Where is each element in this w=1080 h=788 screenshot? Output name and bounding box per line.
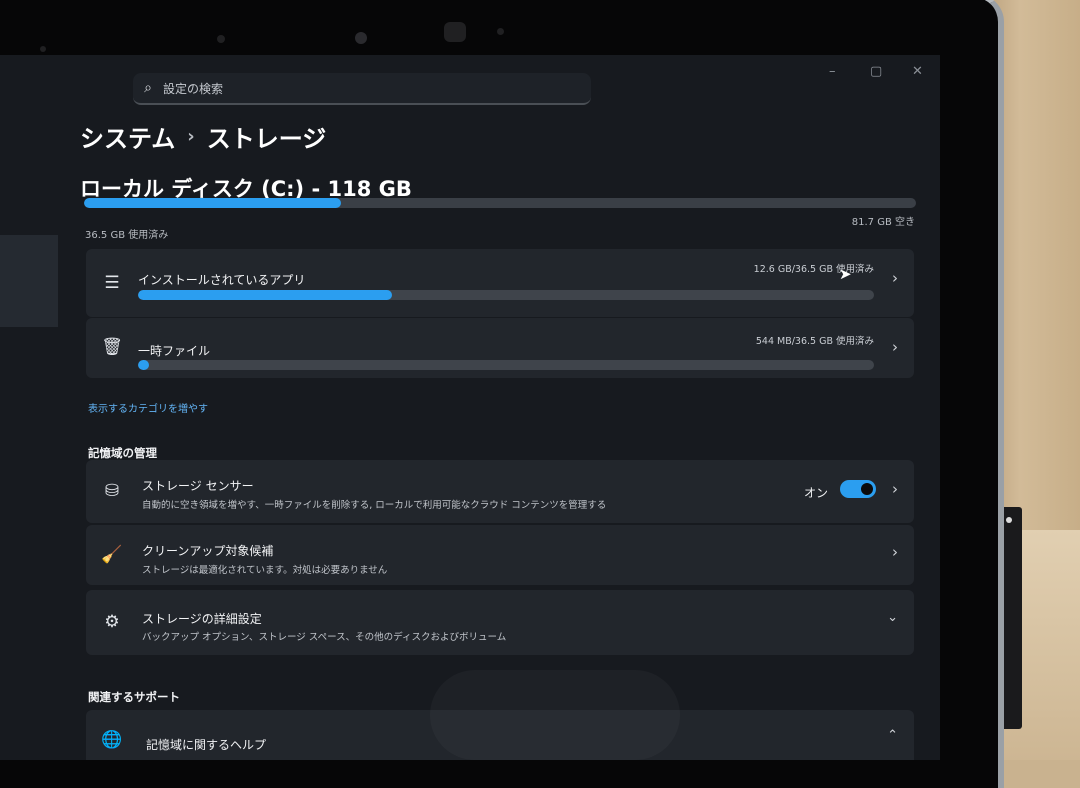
related-support-heading: 関連するサポート	[88, 690, 180, 704]
storage-management-heading: 記憶域の管理	[88, 446, 157, 460]
storage-sense-toggle-label: オン	[803, 486, 828, 500]
cleanup-recommendations-item[interactable]: 🧹 クリーンアップ対象候補 ストレージは最適化されています。対処は必要ありません…	[86, 525, 914, 585]
chevron-right-icon: ›	[892, 269, 898, 287]
category-usage-fill	[138, 360, 150, 370]
gear-icon: ⚙	[104, 612, 120, 632]
category-installed-apps[interactable]: ☰ インストールされているアプリ 12.6 GB/36.5 GB 使用済み ›	[86, 249, 914, 317]
camera-sensor	[497, 28, 504, 35]
cleanup-title: クリーンアップ対象候補	[142, 544, 274, 558]
trash-icon: 🗑	[101, 337, 123, 357]
list-icon: ☰	[104, 273, 120, 293]
disk-usage-bar	[84, 198, 916, 208]
storage-help-title: 記憶域に関するヘルプ	[146, 738, 267, 752]
camera-sensor	[40, 46, 46, 52]
category-amount: 544 MB/36.5 GB 使用済み	[755, 336, 874, 347]
search-placeholder: 設定の検索	[163, 81, 224, 96]
screen-reflection	[430, 670, 680, 760]
category-usage-fill	[138, 290, 392, 300]
maximize-button[interactable]: ▢	[870, 64, 882, 79]
chevron-down-icon: ⌄	[887, 610, 898, 625]
camera-window	[444, 22, 466, 42]
advanced-storage-title: ストレージの詳細設定	[142, 612, 262, 626]
database-icon: ⛁	[104, 481, 120, 501]
chevron-right-icon: ›	[892, 480, 898, 498]
cleanup-subtitle: ストレージは最適化されています。対処は必要ありません	[142, 565, 388, 576]
camera-sensor	[217, 35, 225, 43]
disk-usage-fill	[84, 198, 342, 208]
category-label: 一時ファイル	[138, 344, 211, 358]
globe-icon: 🌐	[101, 730, 123, 750]
category-temp-files[interactable]: 🗑 一時ファイル 544 MB/36.5 GB 使用済み ›	[86, 318, 914, 378]
settings-window: ⌕ 設定の検索 – ▢ ✕ システム › ストレージ ローカル ディスク (C:…	[0, 55, 940, 760]
category-usage-bar	[138, 290, 874, 300]
minimize-button[interactable]: –	[829, 64, 836, 79]
search-box[interactable]: ⌕ 設定の検索	[133, 73, 591, 105]
category-usage-bar	[138, 360, 874, 370]
advanced-storage-settings-item[interactable]: ⚙ ストレージの詳細設定 バックアップ オプション、ストレージ スペース、その他…	[86, 590, 914, 655]
storage-sense-subtitle: 自動的に空き領域を増やす、一時ファイルを削除する, ローカルで利用可能なクラウド…	[142, 500, 607, 511]
show-more-categories-link[interactable]: 表示するカテゴリを増やす	[88, 400, 208, 415]
breadcrumb-parent[interactable]: システム	[80, 119, 175, 154]
chevron-up-icon: ⌃	[887, 728, 898, 743]
chevron-right-icon: ›	[892, 338, 898, 356]
page-title: ストレージ	[206, 125, 327, 153]
category-amount: 12.6 GB/36.5 GB 使用済み	[753, 264, 874, 275]
disk-used-label: 36.5 GB 使用済み	[85, 230, 169, 241]
chevron-right-icon: ›	[892, 543, 898, 561]
mouse-pointer-icon: ➤	[839, 265, 852, 283]
storage-sense-title: ストレージ センサー	[142, 479, 254, 493]
camera-lens	[355, 32, 367, 44]
search-icon: ⌕	[144, 80, 152, 96]
breadcrumb: システム › ストレージ	[80, 119, 326, 154]
category-label: インストールされているアプリ	[138, 273, 306, 287]
breadcrumb-separator: ›	[187, 126, 195, 147]
nav-selected-item[interactable]	[0, 235, 58, 327]
advanced-storage-subtitle: バックアップ オプション、ストレージ スペース、その他のディスクおよびボリューム	[142, 632, 507, 643]
close-button[interactable]: ✕	[912, 64, 923, 79]
broom-icon: 🧹	[101, 545, 123, 565]
storage-sense-item[interactable]: ⛁ ストレージ センサー 自動的に空き領域を増やす、一時ファイルを削除する, ロ…	[86, 460, 914, 523]
storage-sense-toggle[interactable]	[840, 480, 876, 498]
disk-free-label: 81.7 GB 空き	[851, 217, 915, 228]
